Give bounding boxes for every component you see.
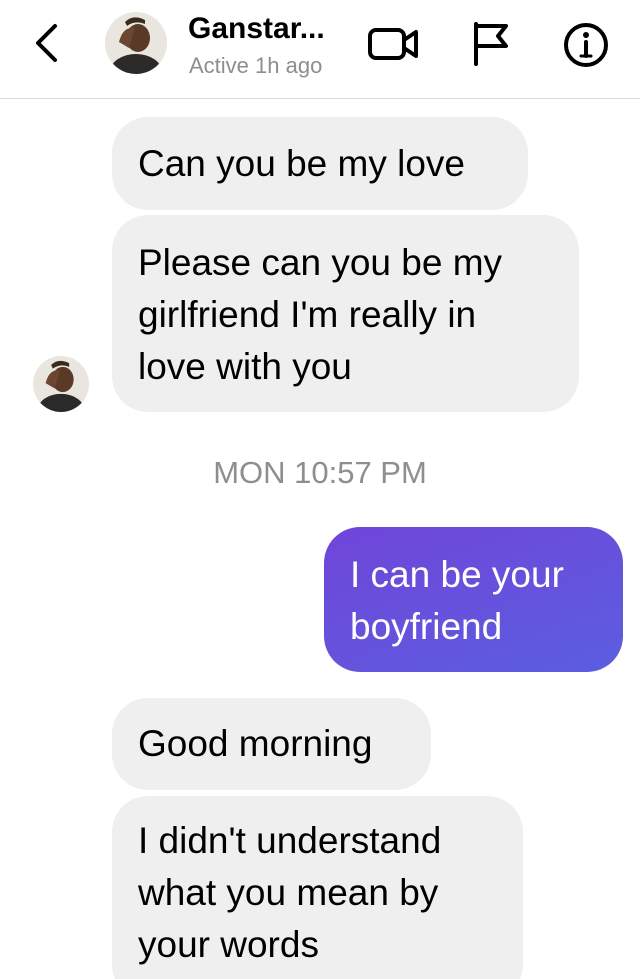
message-text: Good morning bbox=[138, 723, 373, 764]
flag-icon[interactable] bbox=[470, 20, 512, 66]
message-bubble-incoming[interactable]: Good morning bbox=[112, 698, 431, 790]
message-text: Can you be my love bbox=[138, 143, 466, 184]
message-text: I didn't understand what you mean by you… bbox=[138, 820, 442, 965]
message-bubble-incoming[interactable]: Please can you be my girlfriend I'm real… bbox=[112, 215, 579, 412]
sender-avatar[interactable] bbox=[33, 356, 89, 412]
message-bubble-incoming[interactable]: Can you be my love bbox=[112, 117, 528, 210]
message-bubble-outgoing[interactable]: I can be your boyfriend bbox=[324, 527, 623, 672]
timestamp-divider: MON 10:57 PM bbox=[213, 455, 427, 490]
chat-screen: Ganstar... Active 1h ago Can you be my l… bbox=[0, 0, 640, 979]
contact-avatar[interactable] bbox=[105, 12, 167, 74]
chevron-left-icon[interactable] bbox=[28, 20, 68, 66]
active-status: Active 1h ago bbox=[189, 53, 323, 78]
chat-header: Ganstar... Active 1h ago bbox=[0, 0, 640, 99]
message-bubble-incoming[interactable]: I didn't understand what you mean by you… bbox=[112, 796, 523, 979]
video-camera-icon[interactable] bbox=[366, 22, 422, 66]
message-text: Please can you be my girlfriend I'm real… bbox=[138, 242, 503, 387]
info-icon[interactable] bbox=[563, 22, 609, 68]
message-text: I can be your boyfriend bbox=[350, 554, 564, 647]
contact-name[interactable]: Ganstar... bbox=[188, 10, 353, 48]
